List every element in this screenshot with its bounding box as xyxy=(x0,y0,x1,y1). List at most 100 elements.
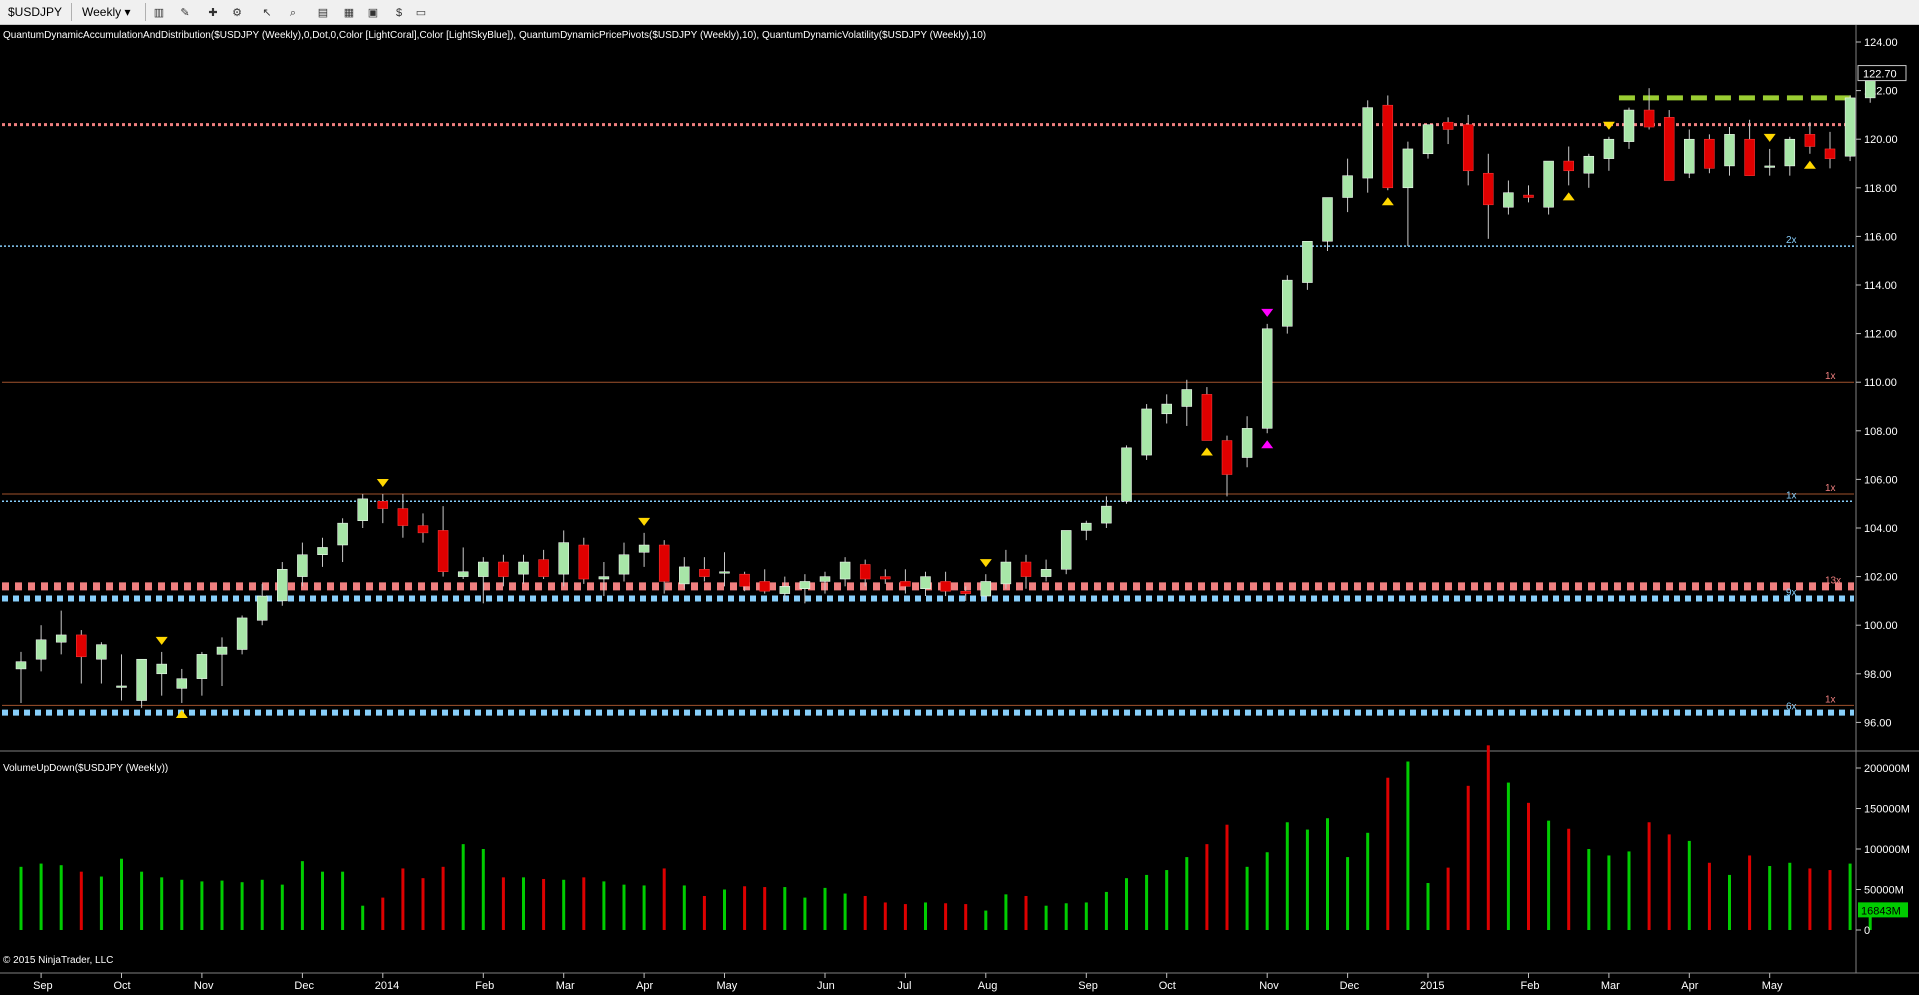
candle-body xyxy=(900,581,911,587)
instrument-label: $USDJPY xyxy=(8,5,62,19)
volume-bar xyxy=(522,877,525,930)
candle-body xyxy=(1362,107,1373,179)
time-tick-label: Apr xyxy=(1681,980,1698,992)
volume-bar xyxy=(843,893,847,930)
candle-body xyxy=(457,571,469,577)
price-tick-label: 124.00 xyxy=(1864,37,1898,49)
price-panel: 124.00122.00120.00118.00116.00114.00112.… xyxy=(0,25,1919,973)
window-icon[interactable]: ▭ xyxy=(412,3,430,21)
volume-bar xyxy=(1044,905,1048,930)
candle-body xyxy=(658,544,670,582)
volume-bar xyxy=(361,905,365,930)
indicator-icon[interactable]: ✚ xyxy=(204,3,222,21)
volume-bar xyxy=(1506,782,1510,930)
cursor-icon[interactable]: ↖ xyxy=(258,3,276,21)
volume-bar xyxy=(1245,866,1249,930)
price-volume-chart: 124.00122.00120.00118.00116.00114.00112.… xyxy=(0,25,1919,992)
level-label: 9x xyxy=(1786,587,1797,598)
candle-body xyxy=(55,634,67,643)
candle-body xyxy=(1282,279,1293,327)
pivot-low-marker xyxy=(1562,192,1575,201)
draw-pencil-icon[interactable]: ✎ xyxy=(176,3,194,21)
volume-bar xyxy=(1446,867,1450,930)
instrument-selector[interactable]: $USDJPY ▾ xyxy=(2,3,72,37)
volume-bar xyxy=(421,878,425,930)
candle-body xyxy=(1442,121,1454,130)
interval-selector[interactable]: Weekly ▾ xyxy=(76,3,146,21)
time-tick-label: Jul xyxy=(897,980,911,992)
chart-area[interactable]: 124.00 122.00 120.00 118.00 116.00 114.00 112.… xyxy=(0,25,1919,995)
bar-style-icon[interactable]: ▥ xyxy=(150,3,168,21)
volume-bar xyxy=(1084,902,1088,930)
candle-body xyxy=(1824,148,1836,159)
volume-bar xyxy=(341,871,345,930)
candle-body xyxy=(779,586,791,594)
volume-bar xyxy=(682,885,686,930)
volume-bar xyxy=(1486,745,1490,930)
candle-body xyxy=(1302,241,1313,283)
volume-bar xyxy=(140,871,144,930)
volume-bar xyxy=(984,910,988,930)
volume-bar xyxy=(321,871,324,930)
candle-body xyxy=(558,542,569,575)
price-tick-label: 116.00 xyxy=(1864,231,1897,243)
candle-body xyxy=(1503,192,1514,208)
volume-bar xyxy=(702,895,706,930)
candle-body xyxy=(96,644,107,660)
volume-bar xyxy=(1707,862,1711,930)
volume-tick-label: 150000M xyxy=(1864,804,1910,816)
properties-icon[interactable]: ▣ xyxy=(364,3,382,21)
volume-bar xyxy=(1285,822,1289,930)
candle-body xyxy=(1040,569,1052,577)
volume-bar xyxy=(180,879,184,930)
candle-body xyxy=(1101,505,1112,524)
volume-bar xyxy=(1165,870,1169,930)
level-label: 1x xyxy=(1825,371,1836,382)
volume-bar xyxy=(19,866,23,930)
candle-body xyxy=(317,547,328,555)
volume-bar xyxy=(79,871,83,930)
candle-body xyxy=(277,569,288,602)
volume-bar xyxy=(944,903,948,930)
candle-body xyxy=(859,564,871,580)
candle-body xyxy=(759,581,770,592)
volume-bar xyxy=(883,902,887,930)
volume-bar xyxy=(1406,761,1410,930)
interval-label: Weekly xyxy=(82,5,122,19)
candle-body xyxy=(799,581,811,590)
last-volume-label: 16843M xyxy=(1861,905,1901,917)
time-tick-label: May xyxy=(1762,980,1783,992)
volume-bar xyxy=(1305,829,1309,930)
indicator-label: QuantumDynamicAccumulationAndDistributio… xyxy=(3,30,986,41)
strategy-icon[interactable]: ⚙ xyxy=(228,3,246,21)
candle-body xyxy=(679,566,690,585)
price-marker-icon[interactable]: $ xyxy=(390,3,408,21)
volume-bar xyxy=(220,880,224,930)
data-box-icon[interactable]: ▤ xyxy=(314,3,332,21)
volume-tick-label: 100000M xyxy=(1864,844,1910,856)
candle-body xyxy=(1784,138,1796,167)
volume-bar xyxy=(1125,878,1128,930)
time-tick-label: 2015 xyxy=(1420,980,1444,992)
volume-bar xyxy=(924,902,927,930)
volume-bar xyxy=(903,904,907,930)
time-tick-label: Nov xyxy=(1259,980,1279,992)
volume-bar xyxy=(240,882,244,930)
candle-body xyxy=(1523,194,1534,198)
pivot-high-marker xyxy=(1261,308,1274,317)
volume-bar xyxy=(964,904,968,930)
candle-body xyxy=(176,678,188,689)
volume-bar xyxy=(120,858,123,930)
pivot-high-marker xyxy=(376,478,389,487)
candle-body xyxy=(1181,389,1193,407)
time-tick-label: 2014 xyxy=(375,980,399,992)
candle-body xyxy=(1081,522,1092,531)
candle-body xyxy=(1422,124,1434,155)
volume-bar xyxy=(501,877,505,930)
volume-bar xyxy=(1687,840,1691,930)
zoom-icon[interactable]: ⌕ xyxy=(284,3,302,21)
volume-bar xyxy=(300,861,304,930)
volume-bar xyxy=(542,878,546,930)
chart-trader-icon[interactable]: ▦ xyxy=(340,3,358,21)
pivot-low-marker xyxy=(1200,447,1213,456)
